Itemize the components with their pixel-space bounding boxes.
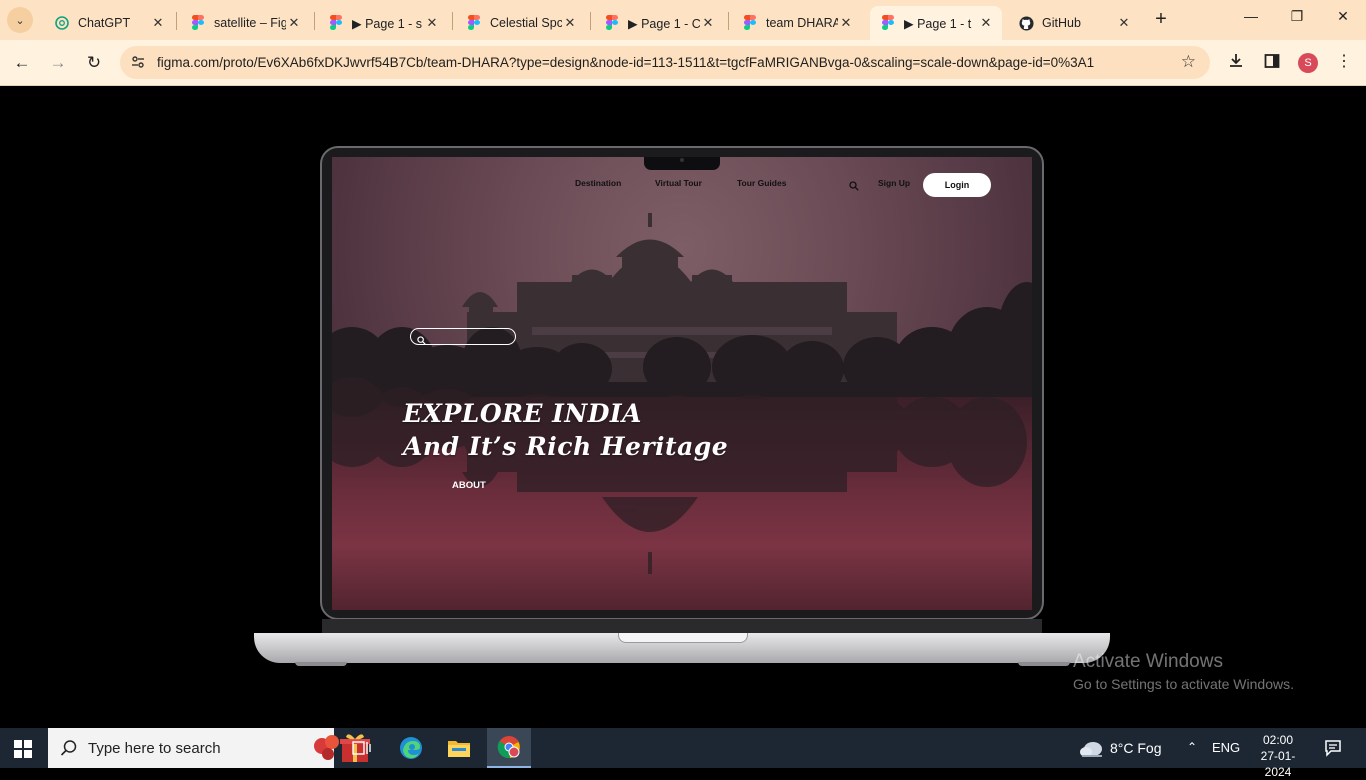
file-explorer-icon[interactable] xyxy=(437,728,481,768)
hero-title-line2: And It’s Rich Heritage xyxy=(403,432,729,461)
tab-title: team DHARA xyxy=(766,16,838,30)
forward-button[interactable]: → xyxy=(46,51,70,75)
download-icon[interactable] xyxy=(1224,52,1248,75)
about-link[interactable]: ABOUT xyxy=(452,480,486,491)
tab-divider xyxy=(452,12,453,30)
language-indicator[interactable]: ENG xyxy=(1212,740,1240,755)
close-icon[interactable]: ✕ xyxy=(838,15,854,31)
prototype-screen[interactable]: Destination Virtual Tour Tour Guides Sig… xyxy=(332,157,1032,610)
clock-time: 02:00 xyxy=(1262,733,1294,747)
figma-icon xyxy=(466,15,482,31)
site-settings-icon[interactable] xyxy=(130,54,146,73)
activate-windows-subtitle: Go to Settings to activate Windows. xyxy=(1073,676,1294,692)
bookmark-star-icon[interactable]: ☆ xyxy=(1181,52,1196,72)
figma-icon xyxy=(190,15,206,31)
chevron-up-icon[interactable]: ⌃ xyxy=(1187,740,1197,754)
tab-divider xyxy=(176,12,177,30)
close-icon[interactable]: ✕ xyxy=(1116,15,1132,31)
edge-browser-icon[interactable] xyxy=(389,728,433,768)
address-bar[interactable]: figma.com/proto/Ev6XAb6fxDKJwvrf54B7Cb/t… xyxy=(120,46,1210,79)
search-icon xyxy=(417,332,426,345)
close-icon[interactable]: ✕ xyxy=(700,15,716,31)
search-icon[interactable] xyxy=(849,178,859,191)
tab-title: ChatGPT xyxy=(78,16,131,30)
nav-tour-guides-link[interactable]: Tour Guides xyxy=(737,178,786,188)
search-icon xyxy=(60,739,78,757)
close-icon[interactable]: ✕ xyxy=(150,15,166,31)
laptop-notch xyxy=(618,633,748,643)
url-text[interactable]: figma.com/proto/Ev6XAb6fxDKJwvrf54B7Cb/t… xyxy=(157,55,1094,70)
figma-icon xyxy=(604,15,620,31)
tab-page1-s[interactable]: ▶ Page 1 - s ✕ xyxy=(318,6,448,40)
tab-page1-c[interactable]: ▶ Page 1 - C ✕ xyxy=(594,6,724,40)
taskbar-search-box[interactable]: Type here to search xyxy=(48,728,370,768)
notification-icon[interactable] xyxy=(1324,739,1342,762)
reload-button[interactable]: ↻ xyxy=(82,51,106,75)
tab-title: ▶ Page 1 - t xyxy=(904,16,972,31)
login-button[interactable]: Login xyxy=(923,173,991,197)
hero-title-line1: EXPLORE INDIA xyxy=(403,399,642,428)
clock-date: 27-01-2024 xyxy=(1260,749,1296,779)
github-icon xyxy=(1018,15,1034,31)
laptop-foot xyxy=(295,662,347,666)
windows-start-icon[interactable] xyxy=(14,740,32,758)
tab-title: satellite – Fig xyxy=(214,16,286,30)
close-icon[interactable]: ✕ xyxy=(286,15,302,31)
nav-destination-link[interactable]: Destination xyxy=(575,178,621,188)
tab-satellite[interactable]: satellite – Fig ✕ xyxy=(180,6,310,40)
tab-search-button[interactable]: ⌄ xyxy=(7,7,33,33)
profile-avatar[interactable]: S xyxy=(1298,53,1318,73)
back-button[interactable]: ← xyxy=(10,51,34,75)
tab-divider xyxy=(728,12,729,30)
nav-virtual-tour-link[interactable]: Virtual Tour xyxy=(655,178,702,188)
weather-text[interactable]: 8°C Fog xyxy=(1110,740,1162,756)
tab-title: Celestial Spc xyxy=(490,16,562,30)
tab-celestial[interactable]: Celestial Spc ✕ xyxy=(456,6,586,40)
chrome-icon[interactable] xyxy=(487,728,531,768)
hero-title: EXPLORE INDIA And It’s Rich Heritage xyxy=(403,397,728,463)
windows-taskbar: Type here to search 8°C Fog ⌃ ENG 02:00 … xyxy=(0,728,1366,779)
activate-windows-title: Activate Windows xyxy=(1073,651,1223,672)
task-view-icon[interactable] xyxy=(339,728,383,768)
hero-search-input[interactable] xyxy=(410,328,516,345)
side-panel-icon[interactable] xyxy=(1260,52,1284,75)
minimize-button[interactable]: — xyxy=(1236,8,1266,24)
restore-button[interactable]: ❐ xyxy=(1282,8,1312,25)
close-icon[interactable]: ✕ xyxy=(424,15,440,31)
monument-illustration xyxy=(332,213,1032,574)
figma-icon xyxy=(880,15,896,31)
tab-title: GitHub xyxy=(1042,16,1081,30)
tab-team-dhara[interactable]: team DHARA ✕ xyxy=(732,6,862,40)
tab-divider xyxy=(314,12,315,30)
camera-icon xyxy=(680,158,684,162)
close-icon[interactable]: ✕ xyxy=(562,15,578,31)
tab-divider xyxy=(590,12,591,30)
laptop-foot xyxy=(1018,662,1070,666)
tab-page1-t-active[interactable]: ▶ Page 1 - t ✕ xyxy=(870,6,1002,40)
browser-toolbar: ← → ↻ figma.com/proto/Ev6XAb6fxDKJwvrf54… xyxy=(0,40,1366,86)
tab-strip: ⌄ ChatGPT ✕ satellite – Fig ✕ ▶ Page 1 -… xyxy=(0,0,1366,40)
tab-title: ▶ Page 1 - C xyxy=(628,16,700,31)
clock[interactable]: 02:00 27-01-2024 xyxy=(1252,732,1304,780)
menu-kebab-icon[interactable]: ⋮ xyxy=(1336,51,1352,71)
figma-icon xyxy=(328,15,344,31)
close-window-button[interactable]: ✕ xyxy=(1328,8,1358,25)
close-icon[interactable]: ✕ xyxy=(978,15,994,31)
nav-sign-up-link[interactable]: Sign Up xyxy=(878,178,910,188)
new-tab-button[interactable]: + xyxy=(1149,8,1173,32)
chatgpt-icon xyxy=(54,15,70,31)
taskbar-search-placeholder: Type here to search xyxy=(88,740,221,757)
weather-cloud-icon[interactable] xyxy=(1078,739,1106,779)
tab-chatgpt[interactable]: ChatGPT ✕ xyxy=(44,6,174,40)
figma-icon xyxy=(742,15,758,31)
tab-github[interactable]: GitHub ✕ xyxy=(1008,6,1140,40)
tab-title: ▶ Page 1 - s xyxy=(352,16,423,31)
